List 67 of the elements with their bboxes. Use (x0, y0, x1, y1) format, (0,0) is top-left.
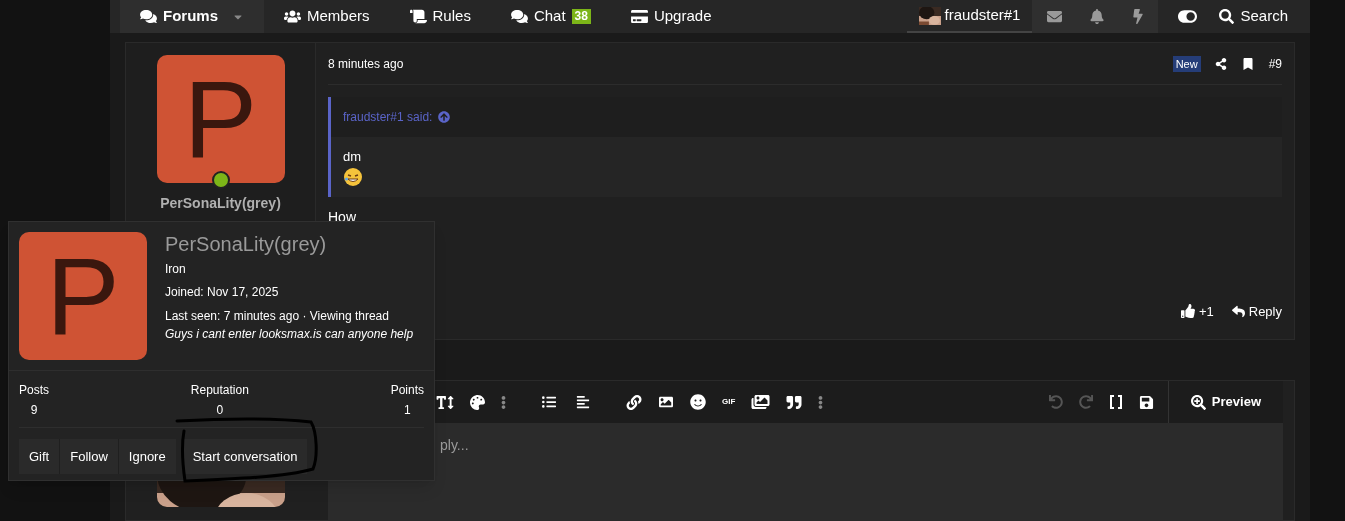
bookmark-icon[interactable] (1242, 57, 1253, 70)
arrow-up-icon[interactable] (438, 111, 451, 123)
search-button[interactable]: Search (1217, 0, 1310, 33)
count-badge: 38 (571, 9, 591, 24)
post-number[interactable]: #9 (1268, 54, 1282, 73)
nav-tab[interactable]: Upgrade (610, 0, 732, 33)
author-name[interactable]: PerSonaLity(grey) (160, 193, 281, 214)
nav-tab[interactable]: Chat 38 (490, 0, 611, 33)
laughing-emoji-icon (343, 166, 363, 187)
reply-button[interactable]: Reply (1231, 301, 1282, 321)
image-icon[interactable] (658, 395, 674, 409)
nav-tab-label: Chat (533, 6, 566, 27)
chat-bubbles-icon (510, 9, 528, 24)
gif-button[interactable]: GIF (722, 396, 736, 408)
stat-label: Points (390, 382, 424, 399)
users-icon (284, 9, 301, 24)
more-icon[interactable] (501, 394, 506, 410)
brackets-icon[interactable] (1108, 395, 1123, 409)
quote-icon[interactable] (786, 394, 803, 410)
last-seen: Last seen: 7 minutes ago · Viewing thread (165, 308, 390, 325)
stat-label: Posts (19, 382, 49, 399)
quote-text: dm (343, 148, 363, 166)
start-conversation-button[interactable]: Start conversation (182, 439, 308, 474)
username: fraudster#1 (944, 5, 1021, 26)
envelope-icon[interactable] (1046, 9, 1062, 24)
status-message: Guys i cant enter looksmax.is can anyone help (165, 326, 414, 343)
link-icon[interactable] (626, 394, 642, 410)
member-rank: Iron (165, 261, 187, 278)
nav-tab-label: Upgrade (653, 6, 712, 27)
list-icon[interactable] (540, 395, 558, 409)
member-name[interactable]: PerSonaLity(grey) (165, 232, 414, 256)
toggle-icon[interactable] (1178, 8, 1198, 25)
stat-value: 1 (403, 402, 411, 419)
gallery-icon[interactable] (751, 394, 771, 410)
stat-label: Reputation (190, 382, 249, 399)
post-time[interactable]: 8 minutes ago (328, 54, 404, 73)
new-badge: New (1172, 55, 1201, 72)
save-icon[interactable] (1138, 394, 1154, 410)
thumbs-up-icon (1180, 304, 1195, 319)
nav-tab-label: Forums (163, 6, 218, 27)
bell-icon[interactable] (1089, 9, 1104, 24)
chat-bubbles-icon (140, 9, 157, 24)
nav-tab-label: Rules (432, 6, 471, 27)
joined-date: Joined: Nov 17, 2025 (165, 284, 280, 301)
like-button[interactable]: +1 (1180, 301, 1214, 321)
search-icon (1219, 9, 1235, 24)
avatar[interactable]: P (19, 232, 147, 360)
align-icon[interactable] (574, 395, 592, 409)
scroll-icon (409, 9, 427, 24)
stat-value: 9 (30, 402, 38, 419)
share-icon[interactable] (1214, 57, 1227, 70)
palette-icon[interactable] (470, 394, 485, 410)
nav-tab[interactable]: Members (264, 0, 390, 33)
avatar[interactable]: P (156, 55, 285, 183)
reply-icon (1231, 304, 1245, 318)
more-icon[interactable] (818, 394, 824, 410)
bolt-icon[interactable] (1132, 9, 1145, 24)
text-size-icon[interactable] (436, 394, 454, 410)
nav-tab-label: Members (307, 6, 370, 27)
nav-tab[interactable]: Rules (389, 0, 491, 33)
stat-value: 0 (216, 402, 224, 419)
smiley-icon[interactable] (690, 394, 706, 410)
user-menu[interactable]: fraudster#1 (906, 0, 1033, 33)
nav-tab[interactable]: Forums (120, 0, 264, 33)
reply-field[interactable]: ply... (328, 423, 1283, 520)
document-search-icon (1190, 394, 1206, 410)
card-icon (630, 9, 648, 24)
